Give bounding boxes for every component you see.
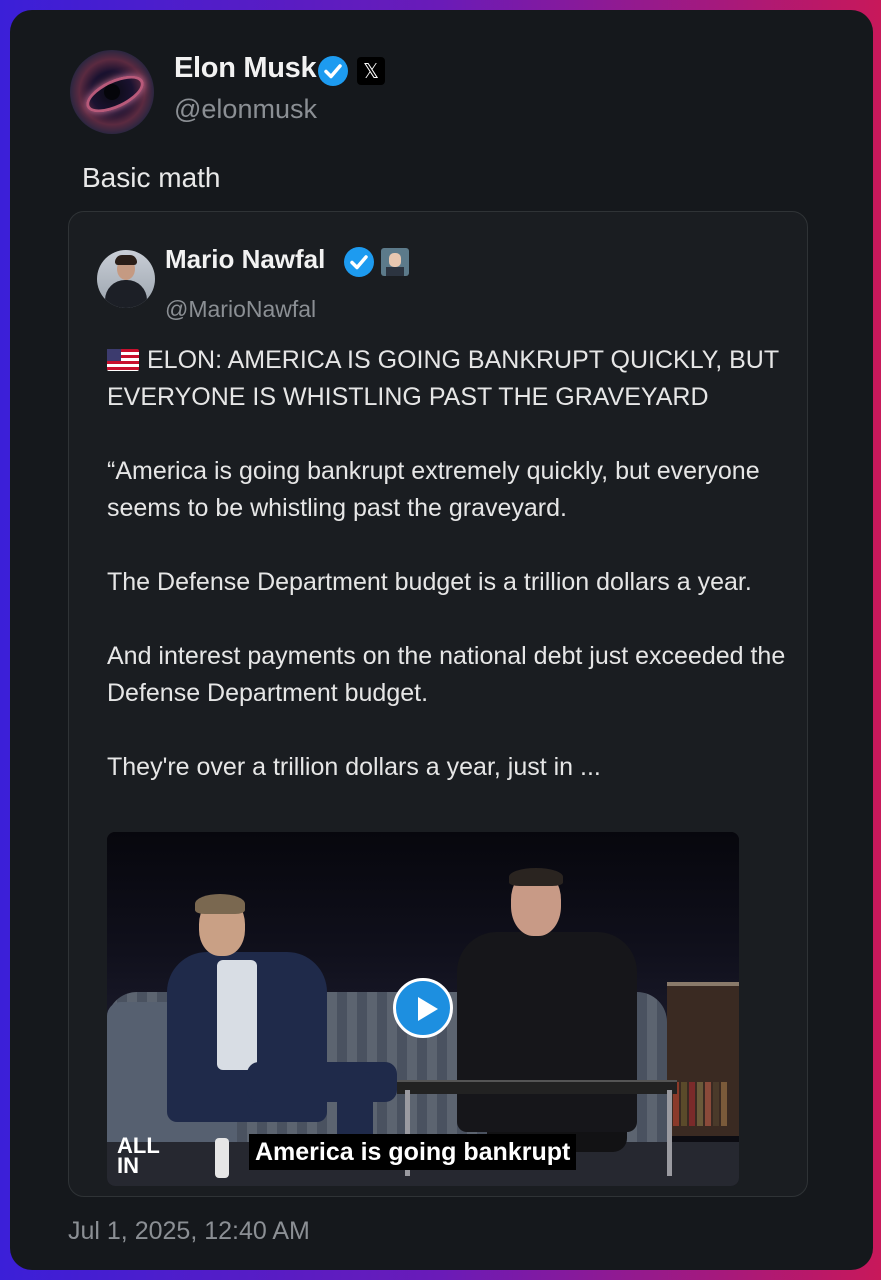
avatar-body-graphic — [105, 280, 147, 308]
person-legs-graphic — [247, 1062, 397, 1102]
author-handle[interactable]: @elonmusk — [174, 94, 317, 125]
headline-paragraph: ELON: AMERICA IS GOING BANKRUPT QUICKLY,… — [107, 342, 787, 416]
person-shirt-graphic — [217, 960, 257, 1070]
quoted-author-handle[interactable]: @MarioNawfal — [165, 296, 316, 323]
video-player[interactable]: ALL IN America is going bankrupt — [107, 832, 739, 1186]
quoted-author-name[interactable]: Mario Nawfal — [165, 244, 325, 275]
quoted-author-avatar[interactable] — [97, 250, 155, 308]
bookshelf-graphic — [667, 982, 739, 1136]
tweet-text: Basic math — [82, 162, 221, 193]
body-paragraph: And interest payments on the national de… — [107, 642, 786, 707]
us-flag-icon — [107, 349, 139, 371]
all-in-logo: ALL IN — [117, 1135, 160, 1178]
body-paragraph: The Defense Department budget is a trill… — [107, 568, 752, 596]
coffee-table-graphic — [397, 1080, 677, 1094]
x-logo-icon: 𝕏 — [357, 57, 385, 85]
video-caption: America is going bankrupt — [249, 1134, 577, 1170]
avatar-core-graphic — [104, 84, 120, 100]
verified-badge-icon — [344, 247, 374, 277]
body-paragraph: “America is going bankrupt extremely qui… — [107, 457, 760, 522]
avatar-hair-graphic — [115, 255, 137, 265]
affiliate-badge-icon — [381, 248, 409, 276]
play-icon[interactable] — [393, 978, 453, 1038]
author-name[interactable]: Elon Musk — [174, 52, 317, 85]
person-hair-graphic — [195, 894, 245, 914]
tweet-timestamp[interactable]: Jul 1, 2025, 12:40 AM — [68, 1217, 310, 1246]
body-paragraph: They're over a trillion dollars a year, … — [107, 753, 601, 781]
verified-badge-icon — [318, 56, 348, 86]
author-avatar[interactable] — [70, 50, 154, 134]
person-graphic — [457, 932, 637, 1132]
quoted-tweet-text: ELON: AMERICA IS GOING BANKRUPT QUICKLY,… — [107, 342, 787, 823]
logo-line: IN — [117, 1153, 139, 1178]
water-bottle-graphic — [215, 1138, 229, 1178]
quoted-tweet[interactable]: Mario Nawfal @MarioNawfal ELON: AMERICA … — [68, 211, 808, 1197]
table-leg-graphic — [667, 1090, 672, 1176]
headline-text: ELON: AMERICA IS GOING BANKRUPT QUICKLY,… — [107, 346, 779, 411]
tweet-card: Elon Musk 𝕏 @elonmusk Basic math Mario N… — [10, 10, 873, 1270]
person-hair-graphic — [509, 868, 563, 886]
